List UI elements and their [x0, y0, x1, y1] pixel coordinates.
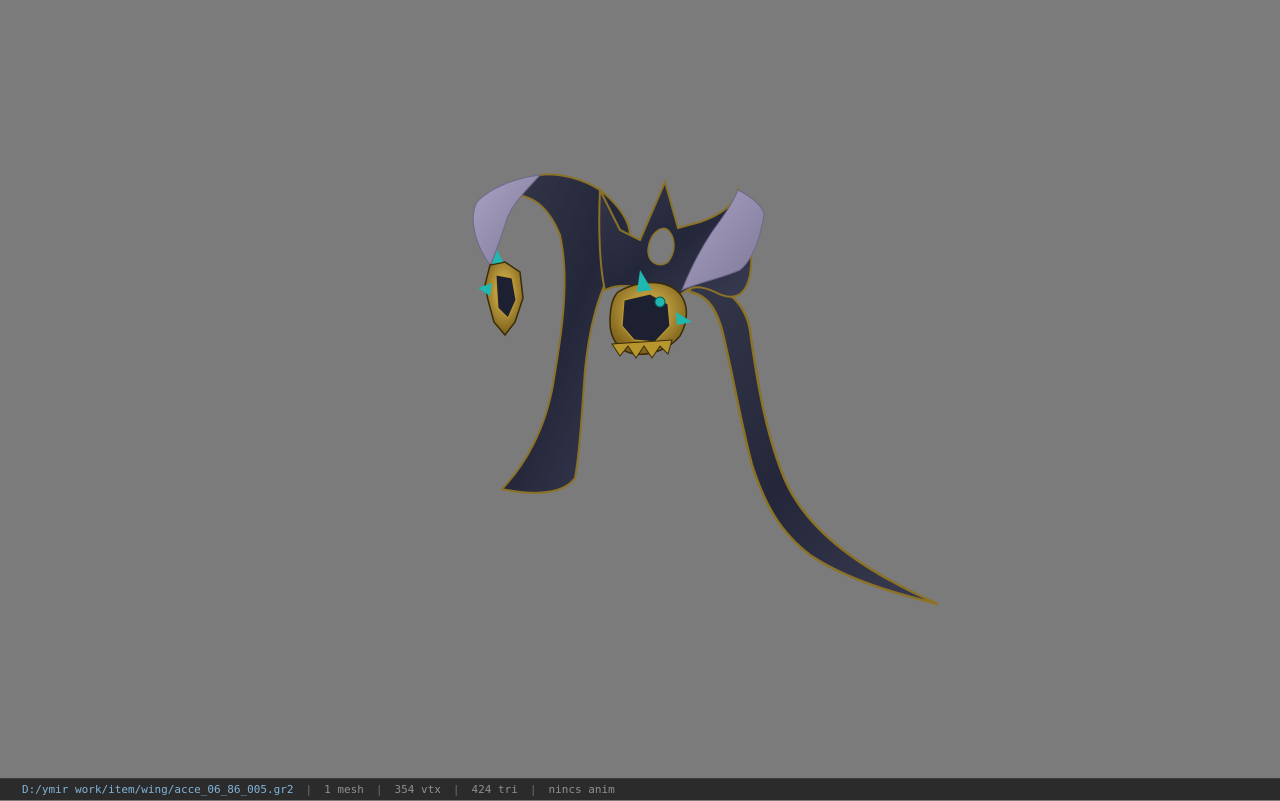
- mesh-count: 1 mesh: [324, 783, 364, 796]
- triangle-count: 424 tri: [471, 783, 518, 796]
- separator: |: [452, 783, 460, 796]
- vertex-count: 354 vtx: [394, 783, 441, 796]
- left-dragon-ornament: [478, 250, 524, 337]
- status-bar: D:/ymir work/item/wing/acce_06_86_005.gr…: [0, 778, 1280, 800]
- separator: |: [305, 783, 313, 796]
- wing-accessory-model: [472, 173, 939, 606]
- separator: |: [375, 783, 383, 796]
- 3d-viewport[interactable]: [0, 0, 1280, 778]
- separator: |: [529, 783, 537, 796]
- file-path: D:/ymir work/item/wing/acce_06_86_005.gr…: [22, 783, 294, 796]
- animation-status: nincs anim: [548, 783, 615, 796]
- right-long-wing: [688, 282, 939, 606]
